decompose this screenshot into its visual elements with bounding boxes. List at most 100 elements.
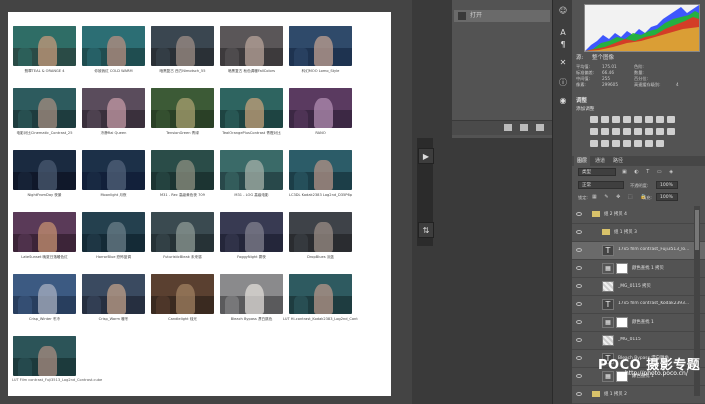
adjustment-icon[interactable] [634,116,642,123]
tab-paths[interactable]: 路径 [610,156,626,166]
adjustments-title: 调整 [576,98,588,104]
lock-icons[interactable]: ▦ ✎ ✥ ⬚ 🔒 [592,194,649,200]
snapshot-icon[interactable] [504,124,512,131]
thumbnail-caption: Moonlight 月夜 [100,193,127,197]
thumbnail-figure-left [294,110,308,128]
adjustment-icon[interactable] [645,140,653,147]
adjustment-icon[interactable] [623,140,631,147]
stat-label: 像素: [576,82,586,87]
thumbnail-figure [38,222,58,252]
thumbnail-figure-left [225,296,239,314]
visibility-eye-icon[interactable] [576,266,582,270]
adjust-icon[interactable]: ⇅ [418,222,434,238]
character-icon[interactable]: A [558,28,568,38]
layer-name: 颜色查找 1 [632,320,654,325]
blend-mode-select[interactable]: 正常 [578,181,624,189]
canvas-area[interactable]: 翡翠TEAL & ORANGE 4 你被我红 COLD WARM 暗黑复古 西方Ni… [0,0,412,404]
visibility-eye-icon[interactable] [576,374,582,378]
thumbnail-figure-left [294,172,308,190]
adjustment-icon[interactable] [623,128,631,135]
thumbnail-caption: HorrorBlue 恐怖蓝调 [96,255,131,259]
visibility-eye-icon[interactable] [576,212,582,216]
play-icon[interactable]: ▶ [418,148,434,164]
mini-tool-strip: ▶ ⇅ [417,138,434,246]
adjustment-icon[interactable] [601,128,609,135]
adjustment-icon[interactable] [645,128,653,135]
adjustment-icon[interactable] [590,116,598,123]
visibility-eye-icon[interactable] [576,302,582,306]
adjustment-icon[interactable] [612,128,620,135]
eye-icon[interactable]: ◉ [558,96,568,106]
visibility-eye-icon[interactable] [576,320,582,324]
thumbnail-caption: TensionGreen 青绿 [166,131,199,135]
visibility-eye-icon[interactable] [576,230,582,234]
adjustment-layer-icon: ▦ [602,263,614,274]
visibility-eye-icon[interactable] [576,356,582,360]
histogram-graph [584,4,700,52]
lut-preview-thumbnail [151,274,214,314]
history-item-open[interactable]: 打开 [454,10,550,22]
adjustment-icon[interactable] [656,128,664,135]
layer-row[interactable]: 组 1 拷贝 3 [572,224,705,242]
tools-icon[interactable]: ✕ [558,58,568,68]
person-icon[interactable]: ☺ [558,6,568,16]
layer-name: 颜色查找 1 拷贝 [632,266,664,271]
layer-row[interactable]: ▦ 颜色查找 1 [572,314,705,332]
visibility-eye-icon[interactable] [576,284,582,288]
layer-filter-select[interactable]: 类型 [578,168,616,176]
thumbnail-figure [38,36,58,66]
adjustment-icon[interactable] [656,116,664,123]
adjustment-icon[interactable] [645,116,653,123]
open-icon [458,12,466,20]
layer-row[interactable]: _MG_0115 拷贝 [572,278,705,296]
lut-preview-thumbnail [82,212,145,252]
adjustment-icon[interactable] [590,128,598,135]
lut-preview-thumbnail [151,212,214,252]
source-value[interactable]: 整个图像 [592,53,614,61]
layer-row[interactable]: _MG_0115 [572,332,705,350]
filter-icons[interactable]: ▣ ◐ T ▭ ◈ [622,169,676,175]
visibility-eye-icon[interactable] [576,392,582,396]
adjustment-icon[interactable] [667,128,675,135]
adjustment-icon[interactable] [590,140,598,147]
visibility-eye-icon[interactable] [576,248,582,252]
layer-row[interactable]: 组 2 拷贝 4 [572,206,705,224]
lock-label: 锁定: [578,195,588,200]
layer-row[interactable]: T 17x5 film contrast_Fuji3513_lo... [572,242,705,260]
layer-row[interactable]: 组 1 拷贝 2 [572,386,705,404]
info-icon[interactable]: ⓘ [558,78,568,88]
adjustment-icon[interactable] [601,116,609,123]
document-canvas[interactable]: 翡翠TEAL & ORANGE 4 你被我红 COLD WARM 暗黑复古 西方Ni… [8,12,391,396]
paragraph-icon[interactable]: ¶ [558,40,568,50]
trash-icon[interactable] [536,124,544,131]
visibility-eye-icon[interactable] [576,338,582,342]
adjustment-icon[interactable] [656,140,664,147]
stat-value: 255 [602,76,610,81]
thumbnail-figure [38,284,58,314]
adjustment-icon[interactable] [634,128,642,135]
adjustment-icon[interactable] [667,116,675,123]
fill-field[interactable]: 100% [656,193,678,201]
adjustment-icon[interactable] [623,116,631,123]
lut-preview-thumbnail [13,88,76,128]
thumbnail-figure [38,346,58,376]
camera-icon[interactable] [520,124,528,131]
tab-channels[interactable]: 通道 [592,156,608,166]
thumbnail-figure-left [156,110,170,128]
layer-row[interactable]: ▦ 颜色查找 1 拷贝 [572,260,705,278]
thumbnail-figure-left [156,172,170,190]
thumbnail-figure-left [294,48,308,66]
thumbnail-figure [314,160,334,190]
thumbnail-figure [314,222,334,252]
adjustment-icon[interactable] [612,140,620,147]
thumbnail-figure-left [294,234,308,252]
adjustment-icon[interactable] [601,140,609,147]
adjustment-icon[interactable] [612,116,620,123]
thumbnail-caption: LC3DL Kodak2383 Log2nd_D35P6p [288,193,353,197]
scrollbar-thumb[interactable] [695,210,699,250]
adjustment-icon[interactable] [634,140,642,147]
tab-layers[interactable]: 图层 [574,156,591,166]
folder-icon [592,391,600,397]
opacity-field[interactable]: 100% [656,181,678,189]
layer-row[interactable]: T 17x5 film contrast_Kodak2393... [572,296,705,314]
